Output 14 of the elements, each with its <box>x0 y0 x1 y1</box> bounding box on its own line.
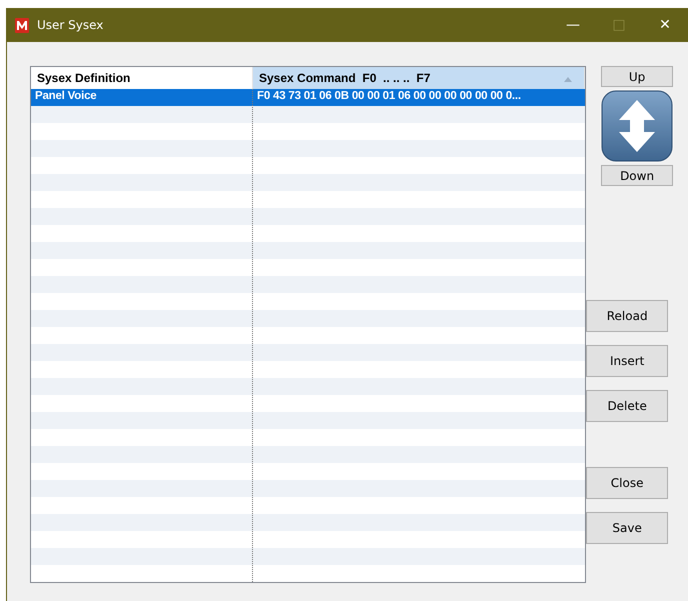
action-button[interactable]: Close <box>586 467 668 499</box>
window-title: User Sysex <box>37 18 104 32</box>
table-row[interactable]: Panel Voice F0 43 73 01 06 0B 00 00 01 06 00 00 00 00 00 00 0... <box>31 89 586 106</box>
action-button[interactable]: Insert <box>586 345 668 377</box>
app-logo-icon <box>15 18 29 32</box>
sort-arrow-icon <box>564 77 572 82</box>
action-button[interactable]: Save <box>586 512 668 544</box>
minimize-button[interactable]: — <box>550 8 596 42</box>
close-button[interactable]: ✕ <box>642 8 688 42</box>
action-button[interactable]: Reload <box>586 300 668 332</box>
action-button[interactable]: Delete <box>586 390 668 422</box>
column-header[interactable]: Sysex Command F0 .. .. .. F7 <box>253 67 586 89</box>
up-button[interactable]: Up <box>601 66 674 87</box>
down-button[interactable]: Down <box>601 165 674 186</box>
